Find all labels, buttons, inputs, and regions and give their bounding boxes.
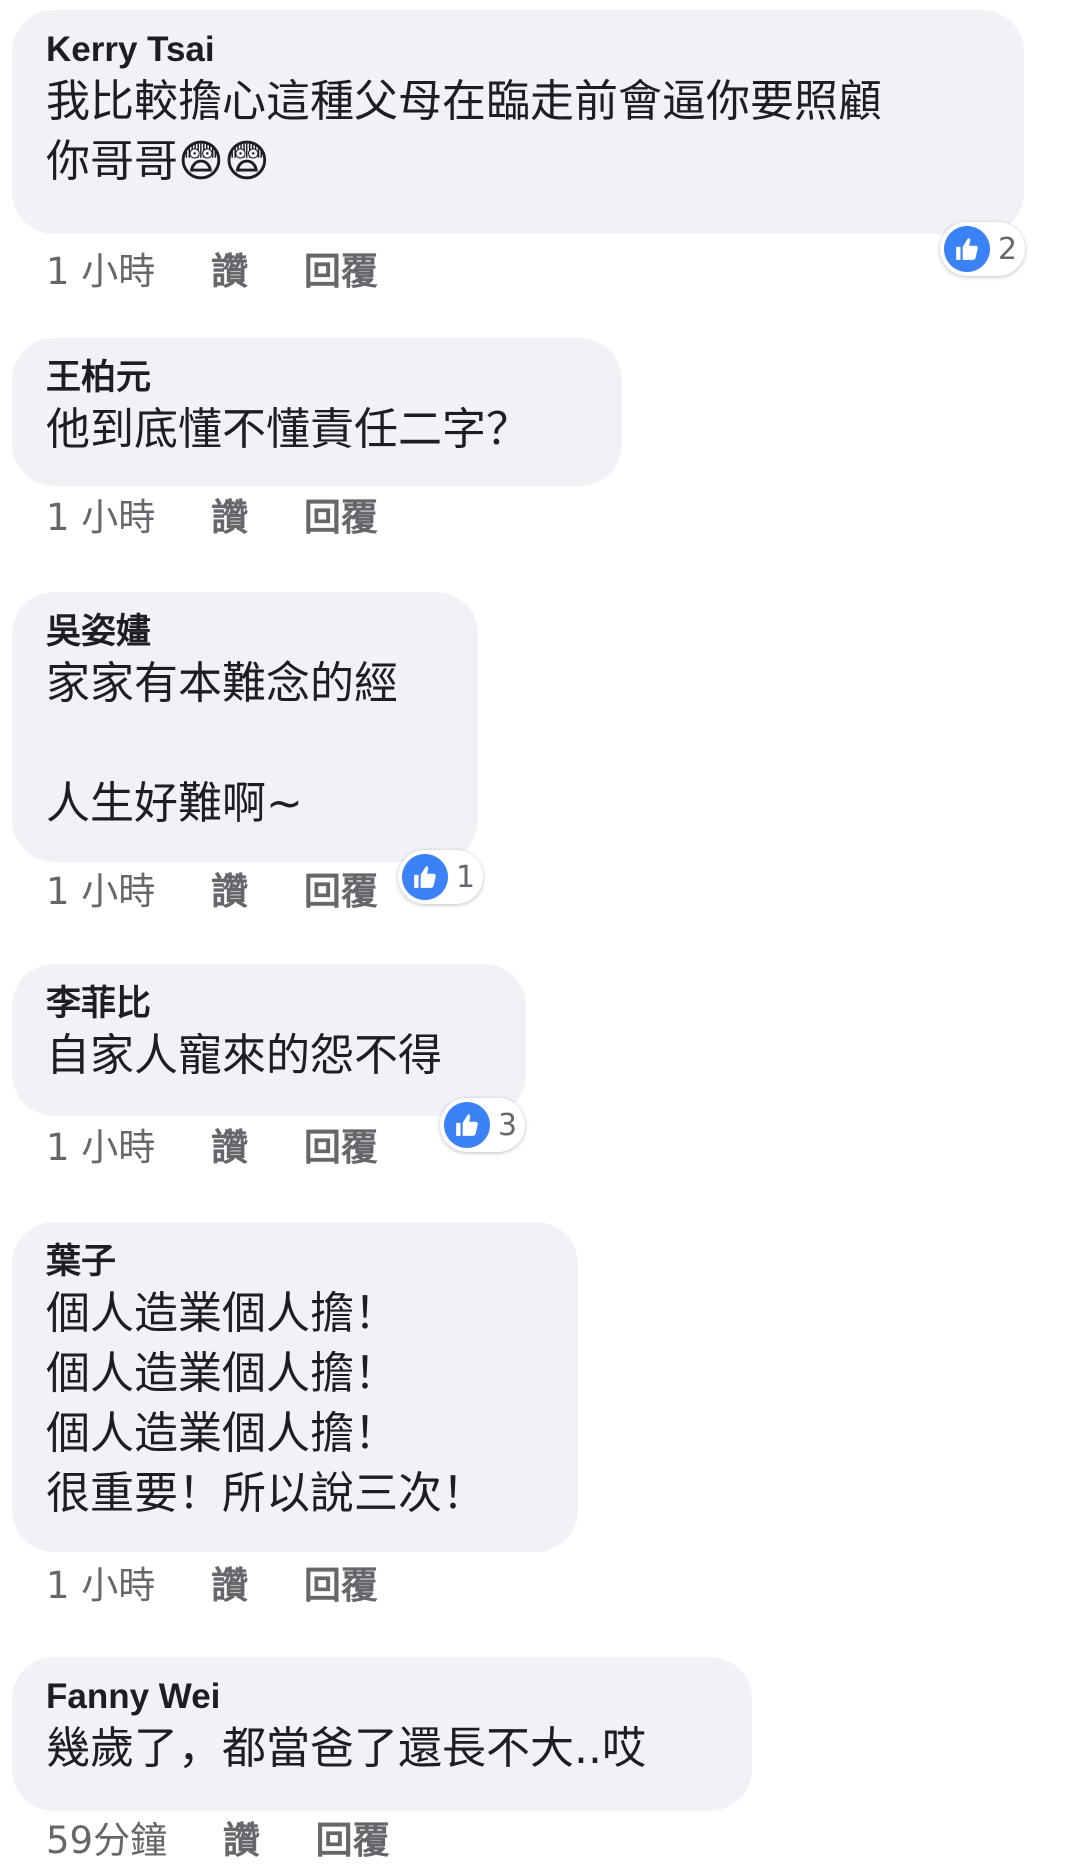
reply-button[interactable]: 回覆 — [304, 870, 378, 914]
reply-button[interactable]: 回覆 — [316, 1819, 390, 1863]
comment-actions: 1 小時 讚 回覆 — [46, 496, 378, 540]
reaction-summary[interactable]: 1 — [398, 850, 484, 904]
comment-text: 幾歲了，都當爸了還長不大..哎 — [46, 1723, 646, 1774]
comment-text-line: 我比較擔心這種父母在臨走前會逼你要照顧 — [46, 76, 882, 127]
comment-actions: 1 小時 讚 回覆 — [46, 250, 378, 294]
comment-text: 個人造業個人擔！ 個人造業個人擔！ 個人造業個人擔！ 很重要！所以說三次！ — [46, 1288, 486, 1519]
comment-author[interactable]: Kerry Tsai — [46, 30, 990, 70]
comment-bubble: Kerry Tsai 我比較擔心這種父母在臨走前會逼你要照顧 你哥哥😨😨 — [12, 10, 1024, 234]
thumbs-up-icon — [402, 854, 448, 900]
like-button[interactable]: 讚 — [211, 250, 248, 294]
comment-bubble: 葉子 個人造業個人擔！ 個人造業個人擔！ 個人造業個人擔！ 很重要！所以說三次！ — [12, 1222, 578, 1552]
comment: Kerry Tsai 我比較擔心這種父母在臨走前會逼你要照顧 你哥哥😨😨 2 1… — [12, 10, 1026, 293]
like-button[interactable]: 讚 — [211, 1126, 248, 1170]
reply-button[interactable]: 回覆 — [304, 496, 378, 540]
comment-timestamp[interactable]: 1 小時 — [46, 496, 155, 540]
comment-bubble: 王柏元 他到底懂不懂責任二字？ — [12, 338, 622, 486]
reply-button[interactable]: 回覆 — [304, 1564, 378, 1608]
comment-timestamp[interactable]: 59分鐘 — [46, 1819, 167, 1863]
comment-text: 他到底懂不懂責任二字？ — [46, 404, 530, 455]
comment-text: 我比較擔心這種父母在臨走前會逼你要照顧 你哥哥😨😨 — [46, 70, 990, 192]
thumbs-up-icon — [944, 226, 990, 272]
comment: 李菲比 自家人寵來的怨不得 3 1 小時 讚 回覆 — [12, 964, 526, 1169]
comment-actions: 1 小時 讚 回覆 — [46, 1126, 378, 1170]
comment-timestamp[interactable]: 1 小時 — [46, 250, 155, 294]
reaction-summary[interactable]: 3 — [440, 1098, 526, 1152]
comment-author[interactable]: 李菲比 — [46, 984, 492, 1024]
comment-timestamp[interactable]: 1 小時 — [46, 1564, 155, 1608]
comment-bubble: 李菲比 自家人寵來的怨不得 — [12, 964, 526, 1116]
like-button[interactable]: 讚 — [211, 1564, 248, 1608]
reaction-count: 2 — [998, 231, 1018, 267]
comment-actions: 1 小時 讚 回覆 — [46, 870, 378, 914]
thumbs-up-icon — [444, 1102, 490, 1148]
comment: 吳姿嫿 家家有本難念的經 人生好難啊~ 1 1 小時 讚 回覆 — [12, 592, 484, 913]
comment: 葉子 個人造業個人擔！ 個人造業個人擔！ 個人造業個人擔！ 很重要！所以說三次！… — [12, 1222, 578, 1607]
comment: 王柏元 他到底懂不懂責任二字？ 1 小時 讚 回覆 — [12, 338, 622, 539]
comment-timestamp[interactable]: 1 小時 — [46, 870, 155, 914]
comment-author[interactable]: 王柏元 — [46, 358, 588, 398]
comment-text: 自家人寵來的怨不得 — [46, 1030, 442, 1081]
comment-timestamp[interactable]: 1 小時 — [46, 1126, 155, 1170]
comment-bubble: 吳姿嫿 家家有本難念的經 人生好難啊~ — [12, 592, 478, 862]
like-button[interactable]: 讚 — [223, 1819, 260, 1863]
reaction-count: 1 — [456, 859, 476, 895]
reply-button[interactable]: 回覆 — [304, 250, 378, 294]
reaction-summary[interactable]: 2 — [940, 222, 1026, 276]
comment-author[interactable]: 吳姿嫿 — [46, 612, 444, 652]
comment-author[interactable]: 葉子 — [46, 1242, 544, 1282]
comment-text-line: 你哥哥 — [46, 136, 178, 187]
like-button[interactable]: 讚 — [211, 496, 248, 540]
comment-bubble: Fanny Wei 幾歲了，都當爸了還長不大..哎 — [12, 1657, 752, 1811]
comment: Fanny Wei 幾歲了，都當爸了還長不大..哎 59分鐘 讚 回覆 — [12, 1657, 752, 1862]
reaction-count: 3 — [498, 1107, 518, 1143]
like-button[interactable]: 讚 — [211, 870, 248, 914]
comment-text: 家家有本難念的經 人生好難啊~ — [46, 658, 398, 829]
fearful-face-emoji: 😨😨 — [178, 136, 270, 187]
comment-actions: 59分鐘 讚 回覆 — [46, 1819, 390, 1863]
reply-button[interactable]: 回覆 — [304, 1126, 378, 1170]
comment-actions: 1 小時 讚 回覆 — [46, 1564, 378, 1608]
comment-author[interactable]: Fanny Wei — [46, 1677, 718, 1717]
